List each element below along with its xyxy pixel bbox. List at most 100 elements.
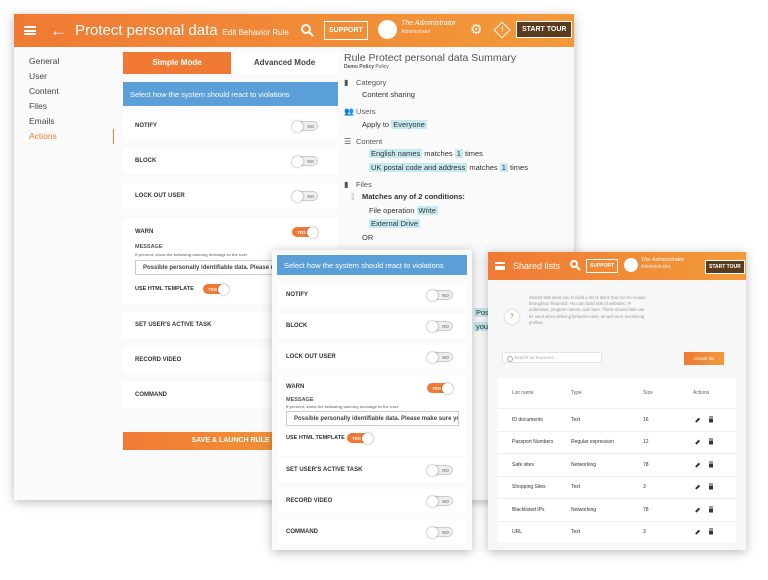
popup-notify-toggle[interactable]: NO: [427, 289, 453, 301]
actions-popup: Select how the system should react to vi…: [272, 250, 472, 550]
popup-block-row: BLOCK NO: [277, 314, 467, 338]
gear-icon[interactable]: ⚙: [470, 21, 483, 38]
sidebar-item-general[interactable]: General: [29, 54, 114, 69]
menu-icon[interactable]: [24, 26, 36, 35]
or-text: OR: [362, 232, 374, 242]
alert-icon[interactable]: !: [493, 21, 511, 39]
times-text: times: [465, 149, 483, 159]
popup-warn-toggle[interactable]: YES: [427, 382, 453, 394]
file-icon: ▮: [344, 179, 349, 189]
table-row[interactable]: Shopping Sites Text 3: [498, 475, 736, 499]
table-row[interactable]: Safe sites Networking 78: [498, 453, 736, 476]
popup-lockout-toggle[interactable]: NO: [427, 351, 453, 363]
trash-icon[interactable]: [709, 507, 713, 513]
policy-name: Demo Policy: [344, 64, 375, 70]
popup-message-input[interactable]: Possible personally identifiable data. P…: [286, 411, 459, 426]
shared-avatar[interactable]: [624, 258, 638, 272]
edit-icon[interactable]: [695, 462, 700, 468]
trash-icon[interactable]: [709, 484, 713, 490]
popup-message-label: MESSAGE: [286, 397, 314, 403]
user-info: The Administrator Administrator: [401, 20, 456, 35]
popup-task-label: SET USER'S ACTIVE TASK: [286, 467, 363, 473]
row-actions: [681, 477, 736, 499]
policy-line: Demo Policy Policy: [344, 64, 572, 70]
popup-warn-row: WARN YES MESSAGE If present, show the fo…: [277, 376, 467, 456]
shared-user-role: Administrator: [641, 263, 671, 270]
list-size: 3: [643, 484, 646, 491]
sidebar-item-actions[interactable]: Actions: [29, 129, 114, 144]
task-label: SET USER'S ACTIVE TASK: [135, 322, 212, 328]
popup-lockout-label: LOCK OUT USER: [286, 354, 336, 360]
edit-icon[interactable]: [695, 484, 700, 490]
warn-toggle[interactable]: YES: [292, 226, 318, 238]
list-type: Text: [571, 529, 581, 536]
list-name: Passport Numbers: [512, 439, 554, 446]
edit-icon[interactable]: [695, 417, 700, 423]
block-toggle[interactable]: NO: [292, 155, 318, 167]
back-arrow-icon[interactable]: ←: [50, 21, 67, 41]
edit-icon[interactable]: [695, 529, 700, 535]
shared-info-text: Shared lists allow you to build a list o…: [529, 295, 646, 325]
trash-icon[interactable]: [709, 462, 713, 468]
table-header: List name Type Size Actions: [498, 378, 736, 408]
popup-block-toggle[interactable]: NO: [427, 320, 453, 332]
avatar[interactable]: [378, 20, 397, 39]
record-label: RECORD VIDEO: [135, 357, 182, 363]
notify-toggle[interactable]: NO: [292, 120, 318, 132]
advanced-mode-tab[interactable]: Advanced Mode: [231, 52, 338, 74]
and-connector: AND: [351, 192, 355, 200]
policy-suffix: Policy: [375, 64, 389, 70]
list-size: 78: [643, 506, 649, 513]
list-size: 78: [643, 461, 649, 468]
edit-icon[interactable]: [695, 439, 700, 445]
help-icon: ?: [505, 310, 519, 324]
sidebar-item-files[interactable]: Files: [29, 99, 114, 114]
trash-icon[interactable]: [709, 529, 713, 535]
table-row[interactable]: URL Text 3: [498, 520, 736, 544]
content-condition-2: UK postal code and address matches 1 tim…: [369, 161, 572, 175]
use-html-toggle[interactable]: YES: [203, 283, 229, 295]
keyword-search-input[interactable]: Search for keyword...: [502, 352, 602, 363]
content-icon: ☰: [344, 136, 352, 146]
shared-start-tour-button[interactable]: START TOUR: [705, 260, 745, 274]
table-row[interactable]: ID documents Text 16: [498, 408, 736, 431]
block-label: BLOCK: [135, 158, 157, 164]
everyone-value: Everyone: [391, 119, 427, 129]
shared-support-button[interactable]: SUPPORT: [586, 259, 619, 273]
lockout-toggle[interactable]: NO: [292, 190, 318, 202]
trash-icon[interactable]: [709, 439, 713, 445]
table-row[interactable]: Blacklisted IPs Networking 78: [498, 498, 736, 521]
lockout-label: LOCK OUT USER: [135, 193, 185, 199]
list-name: URL: [512, 529, 523, 536]
popup-task-toggle[interactable]: NO: [427, 464, 453, 476]
simple-mode-tab[interactable]: Simple Mode: [123, 52, 231, 74]
block-row: BLOCK NO: [123, 148, 338, 174]
user-name: The Administrator: [401, 20, 456, 27]
popup-command-row: COMMAND NO: [277, 520, 467, 544]
support-button[interactable]: SUPPORT: [324, 21, 368, 40]
search-icon[interactable]: [301, 24, 311, 34]
trash-icon[interactable]: [709, 417, 713, 423]
category-value: Content sharing: [362, 90, 415, 100]
table-row[interactable]: Passport Numbers Regular expression 12: [498, 430, 736, 454]
list-size: 16: [643, 416, 649, 423]
command-label: COMMAND: [135, 392, 167, 398]
list-name: ID documents: [512, 416, 543, 423]
popup-command-toggle[interactable]: NO: [427, 526, 453, 538]
sidebar-item-content[interactable]: Content: [29, 84, 114, 99]
start-tour-button[interactable]: START TOUR: [516, 21, 573, 38]
popup-notify-label: NOTIFY: [286, 292, 308, 298]
edit-icon[interactable]: [695, 507, 700, 513]
create-list-button[interactable]: Create list: [684, 352, 724, 365]
shared-search-icon[interactable]: [570, 260, 578, 268]
shared-menu-icon[interactable]: [495, 262, 505, 270]
sidebar-item-emails[interactable]: Emails: [29, 114, 114, 129]
matches-any-text: Matches any of 2 conditions:: [362, 192, 465, 202]
popup-use-html-toggle[interactable]: YES: [347, 432, 373, 444]
popup-use-html-label: USE HTML TEMPLATE: [286, 435, 345, 441]
col-size: Size: [643, 390, 653, 396]
page-title: Protect personal data: [75, 22, 218, 39]
popup-record-toggle[interactable]: NO: [427, 495, 453, 507]
sidebar-item-user[interactable]: User: [29, 69, 114, 84]
file-operation-text: File operation: [369, 205, 415, 215]
